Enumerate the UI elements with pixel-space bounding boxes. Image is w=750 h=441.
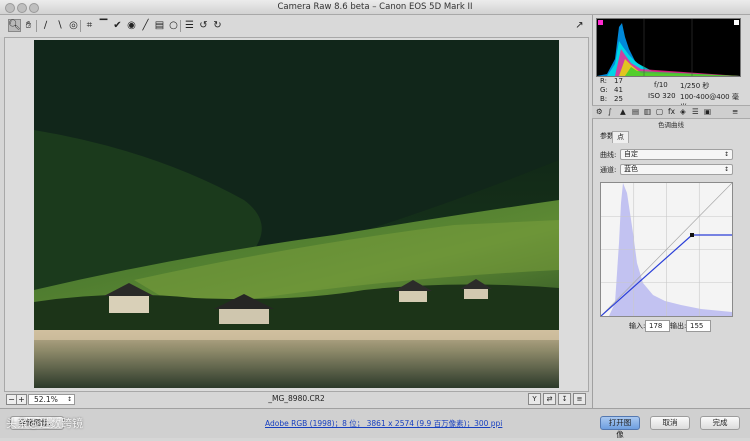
before-after-toggle-icon[interactable]: Y <box>528 393 541 405</box>
radial-filter-icon[interactable]: ○ <box>167 19 180 32</box>
chevron-updown-icon: ↕ <box>723 166 729 173</box>
toggle-preview-icon[interactable]: ≡ <box>573 393 586 405</box>
tab-basic-icon[interactable]: ⚙︎ <box>596 107 603 116</box>
channel-select[interactable]: 蓝色 ↕ <box>620 164 733 175</box>
photo-preview[interactable] <box>34 40 559 388</box>
watermark: 头条@进数跨镜 <box>6 417 83 430</box>
input-value-field[interactable]: 178 <box>645 320 670 332</box>
white-balance-icon[interactable]: ∕ <box>39 19 52 32</box>
tab-lens-icon[interactable]: ▢ <box>656 107 663 116</box>
window-title: Camera Raw 8.6 beta – Canon EOS 5D Mark … <box>277 2 473 12</box>
tab-hsl-icon[interactable]: ▤ <box>632 107 639 116</box>
g-label: G: <box>600 86 608 94</box>
file-name: _MG_8980.CR2 <box>268 394 325 403</box>
b-value: 25 <box>614 95 623 103</box>
zoom-icon[interactable]: 🔍︎ <box>8 19 21 32</box>
curve-label: 曲线: <box>600 151 617 159</box>
tab-tone-curve-icon[interactable]: ∫ <box>608 107 612 116</box>
straighten-icon[interactable]: ▔ <box>97 19 110 32</box>
curve-select-value: 自定 <box>624 150 638 158</box>
window-titlebar: Camera Raw 8.6 beta – Canon EOS 5D Mark … <box>0 0 750 15</box>
tab-snapshots-icon[interactable]: ▣ <box>704 107 711 116</box>
tab-presets-icon[interactable]: ☰ <box>692 107 699 116</box>
histogram <box>596 18 741 77</box>
channel-label: 通道: <box>600 166 617 174</box>
curve-point[interactable] <box>690 233 694 237</box>
input-label: 输入: <box>629 322 646 330</box>
output-label: 输出: <box>670 322 687 330</box>
panel-title: 色调曲线 <box>658 121 684 129</box>
tab-camera-calibration-icon[interactable]: ◈ <box>680 107 686 116</box>
output-value-field[interactable]: 155 <box>686 320 711 332</box>
adjustment-brush-icon[interactable]: ╱ <box>139 19 152 32</box>
camera-info: R: 17 G: 41 B: 25 f/10 1/250 秒 ISO 320 1… <box>600 77 740 111</box>
tab-split-toning-icon[interactable]: ▥ <box>644 107 651 116</box>
fullscreen-icon[interactable]: ↗ <box>573 19 586 32</box>
bottom-bar: 存储图像... Adobe RGB (1998)；8 位； 3861 x 257… <box>0 408 750 439</box>
chevron-updown-icon: ↕ <box>723 151 729 158</box>
rotate-cw-icon[interactable]: ↻ <box>211 19 224 32</box>
minimize-window-icon[interactable] <box>17 3 27 13</box>
panel-menu-icon[interactable]: ≡ <box>732 107 738 116</box>
hand-icon[interactable]: ✋︎ <box>22 19 35 32</box>
tab-fx-icon[interactable]: fx <box>668 107 675 116</box>
aperture: f/10 <box>654 81 668 89</box>
workflow-options-link[interactable]: Adobe RGB (1998)；8 位； 3861 x 2574 (9.9 百… <box>265 418 502 429</box>
panel-tabs: ⚙︎ ∫ ▲ ▤ ▥ ▢ fx ◈ ☰ ▣ ≡ <box>592 105 750 119</box>
channel-select-value: 蓝色 <box>624 165 638 173</box>
swap-icon[interactable]: ⇄ <box>543 393 556 405</box>
r-label: R: <box>600 77 608 85</box>
done-button[interactable]: 完成 <box>700 416 740 430</box>
spot-removal-icon[interactable]: ✔︎ <box>111 19 124 32</box>
tab-detail-icon[interactable]: ▲ <box>620 107 626 116</box>
b-label: B: <box>600 95 608 103</box>
subtab-point[interactable]: 点 <box>612 131 629 143</box>
r-value: 17 <box>614 77 623 85</box>
g-value: 41 <box>614 86 623 94</box>
tone-curve-editor[interactable] <box>600 182 733 317</box>
close-window-icon[interactable] <box>5 3 15 13</box>
curve-select[interactable]: 自定 ↕ <box>620 149 733 160</box>
red-eye-icon[interactable]: ◉ <box>125 19 138 32</box>
open-image-button[interactable]: 打开图像 <box>600 416 640 439</box>
rotate-ccw-icon[interactable]: ↺ <box>197 19 210 32</box>
tool-bar: 🔍︎ ✋︎ ∕ ∖ ◎ ⌗ ▔ ✔︎ ◉ ╱ ▤ ○ ☰ ↺ ↻ ↗ <box>0 15 592 37</box>
crop-icon[interactable]: ⌗ <box>83 19 96 32</box>
preview-statusbar: − + 52.1% ↕ _MG_8980.CR2 Y ⇄ ↧ ≡ <box>4 393 589 405</box>
color-sampler-icon[interactable]: ∖ <box>53 19 66 32</box>
preferences-icon[interactable]: ☰ <box>183 19 196 32</box>
copy-settings-icon[interactable]: ↧ <box>558 393 571 405</box>
target-adjust-icon[interactable]: ◎ <box>67 19 80 32</box>
shutter-speed: 1/250 秒 <box>680 82 710 90</box>
iso: ISO 320 <box>648 92 676 100</box>
cancel-button[interactable]: 取消 <box>650 416 690 430</box>
zoom-window-icon[interactable] <box>29 3 39 13</box>
graduated-filter-icon[interactable]: ▤ <box>153 19 166 32</box>
